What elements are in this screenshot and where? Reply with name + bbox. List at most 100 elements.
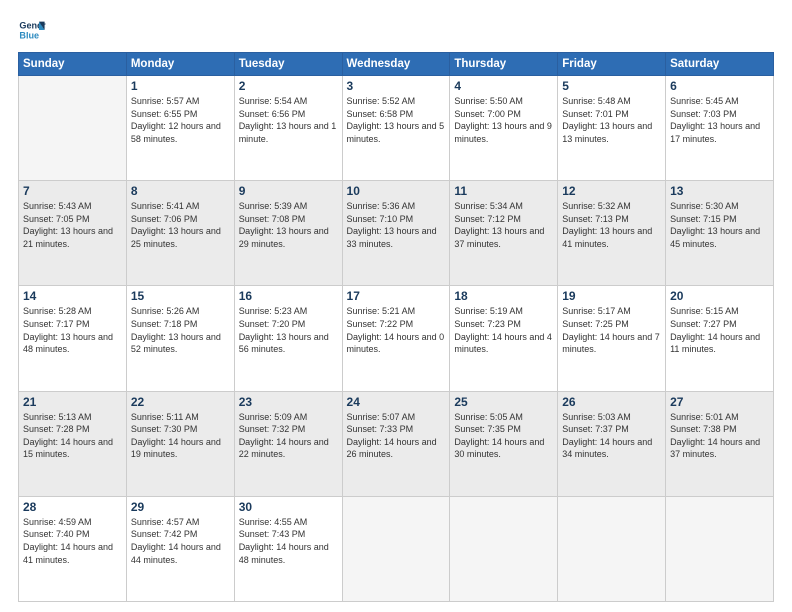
- day-info: Sunrise: 5:07 AMSunset: 7:33 PMDaylight:…: [347, 411, 446, 461]
- logo: General Blue: [18, 16, 46, 44]
- day-info: Sunrise: 5:45 AMSunset: 7:03 PMDaylight:…: [670, 95, 769, 145]
- calendar-cell: 24 Sunrise: 5:07 AMSunset: 7:33 PMDayligh…: [342, 391, 450, 496]
- day-info: Sunrise: 5:23 AMSunset: 7:20 PMDaylight:…: [239, 305, 338, 355]
- calendar-table: SundayMondayTuesdayWednesdayThursdayFrid…: [18, 52, 774, 602]
- day-number: 15: [131, 289, 230, 303]
- calendar-cell: 4 Sunrise: 5:50 AMSunset: 7:00 PMDaylight…: [450, 76, 558, 181]
- calendar-cell: 15 Sunrise: 5:26 AMSunset: 7:18 PMDayligh…: [126, 286, 234, 391]
- day-number: 10: [347, 184, 446, 198]
- day-number: 6: [670, 79, 769, 93]
- header-day-tuesday: Tuesday: [234, 53, 342, 76]
- day-number: 9: [239, 184, 338, 198]
- logo-icon: General Blue: [18, 16, 46, 44]
- day-number: 13: [670, 184, 769, 198]
- day-info: Sunrise: 5:03 AMSunset: 7:37 PMDaylight:…: [562, 411, 661, 461]
- day-number: 7: [23, 184, 122, 198]
- calendar-cell: 7 Sunrise: 5:43 AMSunset: 7:05 PMDaylight…: [19, 181, 127, 286]
- day-info: Sunrise: 4:57 AMSunset: 7:42 PMDaylight:…: [131, 516, 230, 566]
- header-day-thursday: Thursday: [450, 53, 558, 76]
- day-info: Sunrise: 5:52 AMSunset: 6:58 PMDaylight:…: [347, 95, 446, 145]
- calendar-cell: 9 Sunrise: 5:39 AMSunset: 7:08 PMDaylight…: [234, 181, 342, 286]
- calendar-cell: 14 Sunrise: 5:28 AMSunset: 7:17 PMDayligh…: [19, 286, 127, 391]
- calendar-cell: [558, 496, 666, 601]
- day-number: 29: [131, 500, 230, 514]
- calendar-cell: [19, 76, 127, 181]
- calendar-cell: 8 Sunrise: 5:41 AMSunset: 7:06 PMDaylight…: [126, 181, 234, 286]
- calendar-cell: 6 Sunrise: 5:45 AMSunset: 7:03 PMDaylight…: [666, 76, 774, 181]
- day-number: 30: [239, 500, 338, 514]
- day-number: 24: [347, 395, 446, 409]
- day-info: Sunrise: 5:26 AMSunset: 7:18 PMDaylight:…: [131, 305, 230, 355]
- calendar-cell: 26 Sunrise: 5:03 AMSunset: 7:37 PMDayligh…: [558, 391, 666, 496]
- day-number: 19: [562, 289, 661, 303]
- page: General Blue SundayMondayTuesdayWednesda…: [0, 0, 792, 612]
- day-number: 12: [562, 184, 661, 198]
- day-info: Sunrise: 5:57 AMSunset: 6:55 PMDaylight:…: [131, 95, 230, 145]
- day-number: 11: [454, 184, 553, 198]
- day-info: Sunrise: 5:48 AMSunset: 7:01 PMDaylight:…: [562, 95, 661, 145]
- header-day-wednesday: Wednesday: [342, 53, 450, 76]
- day-number: 27: [670, 395, 769, 409]
- week-row-4: 21 Sunrise: 5:13 AMSunset: 7:28 PMDayligh…: [19, 391, 774, 496]
- week-row-3: 14 Sunrise: 5:28 AMSunset: 7:17 PMDayligh…: [19, 286, 774, 391]
- day-info: Sunrise: 5:21 AMSunset: 7:22 PMDaylight:…: [347, 305, 446, 355]
- day-number: 14: [23, 289, 122, 303]
- day-number: 8: [131, 184, 230, 198]
- calendar-cell: 20Sunrise: 5:15 AMSunset: 7:27 PMDayligh…: [666, 286, 774, 391]
- day-info: Sunrise: 5:13 AMSunset: 7:28 PMDaylight:…: [23, 411, 122, 461]
- calendar-cell: 25 Sunrise: 5:05 AMSunset: 7:35 PMDayligh…: [450, 391, 558, 496]
- day-info: Sunrise: 5:15 AMSunset: 7:27 PMDaylight:…: [670, 305, 769, 355]
- day-info: Sunrise: 5:43 AMSunset: 7:05 PMDaylight:…: [23, 200, 122, 250]
- day-info: Sunrise: 5:32 AMSunset: 7:13 PMDaylight:…: [562, 200, 661, 250]
- calendar-cell: 10 Sunrise: 5:36 AMSunset: 7:10 PMDayligh…: [342, 181, 450, 286]
- day-info: Sunrise: 5:50 AMSunset: 7:00 PMDaylight:…: [454, 95, 553, 145]
- calendar-cell: [450, 496, 558, 601]
- calendar-cell: 18Sunrise: 5:19 AMSunset: 7:23 PMDayligh…: [450, 286, 558, 391]
- day-number: 1: [131, 79, 230, 93]
- header: General Blue: [18, 16, 774, 44]
- header-row: SundayMondayTuesdayWednesdayThursdayFrid…: [19, 53, 774, 76]
- day-number: 2: [239, 79, 338, 93]
- calendar-cell: 30 Sunrise: 4:55 AMSunset: 7:43 PMDayligh…: [234, 496, 342, 601]
- calendar-cell: 3 Sunrise: 5:52 AMSunset: 6:58 PMDaylight…: [342, 76, 450, 181]
- header-day-monday: Monday: [126, 53, 234, 76]
- calendar-cell: 1 Sunrise: 5:57 AMSunset: 6:55 PMDaylight…: [126, 76, 234, 181]
- week-row-5: 28 Sunrise: 4:59 AMSunset: 7:40 PMDayligh…: [19, 496, 774, 601]
- calendar-cell: [666, 496, 774, 601]
- calendar-cell: 29 Sunrise: 4:57 AMSunset: 7:42 PMDayligh…: [126, 496, 234, 601]
- day-info: Sunrise: 5:05 AMSunset: 7:35 PMDaylight:…: [454, 411, 553, 461]
- day-number: 26: [562, 395, 661, 409]
- calendar-cell: [342, 496, 450, 601]
- day-info: Sunrise: 5:01 AMSunset: 7:38 PMDaylight:…: [670, 411, 769, 461]
- week-row-1: 1 Sunrise: 5:57 AMSunset: 6:55 PMDaylight…: [19, 76, 774, 181]
- header-day-sunday: Sunday: [19, 53, 127, 76]
- day-info: Sunrise: 4:59 AMSunset: 7:40 PMDaylight:…: [23, 516, 122, 566]
- calendar-cell: 13 Sunrise: 5:30 AMSunset: 7:15 PMDayligh…: [666, 181, 774, 286]
- day-info: Sunrise: 5:54 AMSunset: 6:56 PMDaylight:…: [239, 95, 338, 145]
- day-info: Sunrise: 5:34 AMSunset: 7:12 PMDaylight:…: [454, 200, 553, 250]
- day-number: 21: [23, 395, 122, 409]
- day-info: Sunrise: 5:36 AMSunset: 7:10 PMDaylight:…: [347, 200, 446, 250]
- calendar-cell: 16 Sunrise: 5:23 AMSunset: 7:20 PMDayligh…: [234, 286, 342, 391]
- day-info: Sunrise: 5:30 AMSunset: 7:15 PMDaylight:…: [670, 200, 769, 250]
- header-day-friday: Friday: [558, 53, 666, 76]
- day-number: 5: [562, 79, 661, 93]
- svg-text:Blue: Blue: [19, 30, 39, 40]
- header-day-saturday: Saturday: [666, 53, 774, 76]
- day-info: Sunrise: 5:09 AMSunset: 7:32 PMDaylight:…: [239, 411, 338, 461]
- day-info: Sunrise: 4:55 AMSunset: 7:43 PMDaylight:…: [239, 516, 338, 566]
- day-info: Sunrise: 5:41 AMSunset: 7:06 PMDaylight:…: [131, 200, 230, 250]
- calendar-cell: 27 Sunrise: 5:01 AMSunset: 7:38 PMDayligh…: [666, 391, 774, 496]
- calendar-cell: 21 Sunrise: 5:13 AMSunset: 7:28 PMDayligh…: [19, 391, 127, 496]
- day-number: 3: [347, 79, 446, 93]
- day-info: Sunrise: 5:17 AMSunset: 7:25 PMDaylight:…: [562, 305, 661, 355]
- day-number: 28: [23, 500, 122, 514]
- calendar-cell: 22Sunrise: 5:11 AMSunset: 7:30 PMDayligh…: [126, 391, 234, 496]
- day-number: 23: [239, 395, 338, 409]
- day-number: 25: [454, 395, 553, 409]
- calendar-cell: 19 Sunrise: 5:17 AMSunset: 7:25 PMDayligh…: [558, 286, 666, 391]
- day-number: 16: [239, 289, 338, 303]
- day-number: 4: [454, 79, 553, 93]
- day-info: Sunrise: 5:39 AMSunset: 7:08 PMDaylight:…: [239, 200, 338, 250]
- day-info: Sunrise: 5:28 AMSunset: 7:17 PMDaylight:…: [23, 305, 122, 355]
